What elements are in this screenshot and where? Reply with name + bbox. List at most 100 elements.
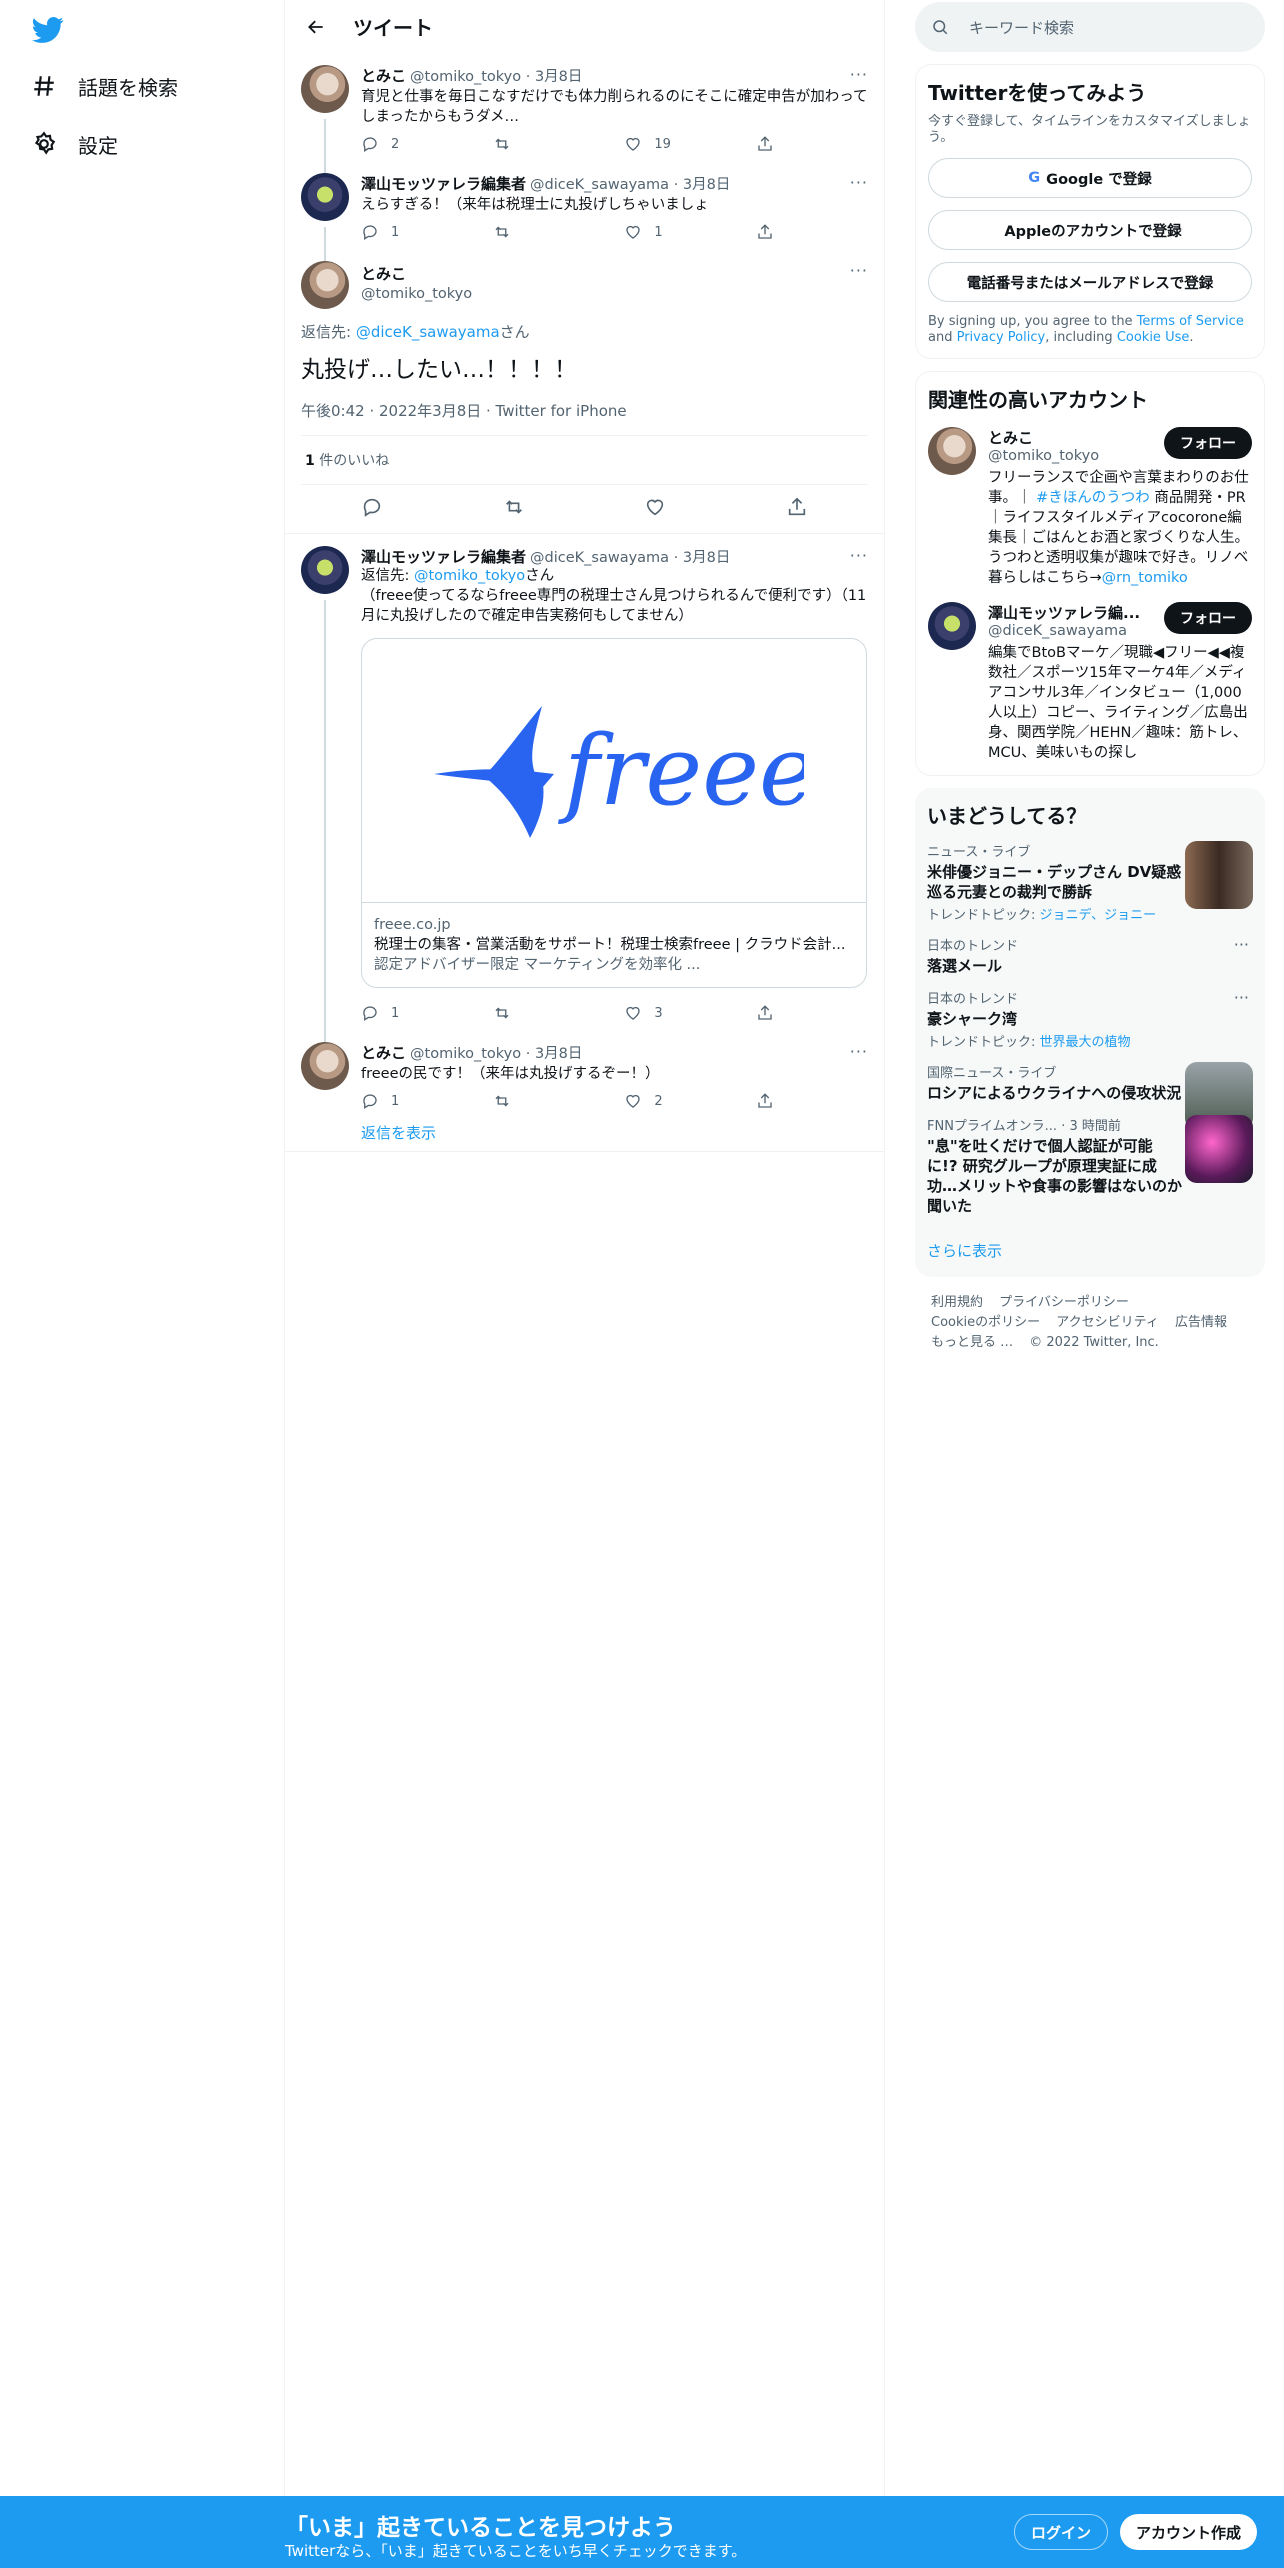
- tweet-author-name[interactable]: とみこ: [361, 65, 406, 86]
- avatar[interactable]: [301, 261, 349, 309]
- tweet-author-handle[interactable]: @diceK_sawayama · 3月8日: [530, 546, 730, 567]
- share-button[interactable]: [756, 135, 786, 153]
- like-button[interactable]: 2: [624, 1092, 756, 1110]
- more-icon[interactable]: ···: [850, 261, 868, 280]
- create-account-button[interactable]: アカウント作成: [1120, 2514, 1258, 2550]
- footer-ads-link[interactable]: 広告情報: [1175, 1315, 1227, 1330]
- avatar[interactable]: [301, 65, 349, 113]
- avatar[interactable]: [928, 602, 976, 650]
- reply-button[interactable]: 1: [361, 1092, 493, 1110]
- avatar[interactable]: [928, 427, 976, 475]
- retweet-button[interactable]: [493, 1004, 625, 1022]
- avatar[interactable]: [301, 1042, 349, 1090]
- apple-signup-button[interactable]: Appleのアカウントで登録: [928, 210, 1252, 250]
- nav-settings[interactable]: 設定: [20, 120, 118, 168]
- trend-category: 日本のトレンド: [927, 992, 1019, 1007]
- retweet-button[interactable]: [493, 135, 625, 153]
- tweet-author-handle[interactable]: @tomiko_tokyo · 3月8日: [410, 65, 582, 86]
- tweet-author-name[interactable]: とみこ: [361, 263, 472, 284]
- retweet-button[interactable]: [493, 223, 625, 241]
- tweet-author-handle[interactable]: @tomiko_tokyo: [361, 286, 472, 302]
- bio-mention-link[interactable]: @rn_tomiko: [1102, 570, 1188, 586]
- reply-button[interactable]: 2: [361, 135, 493, 153]
- nav-explore[interactable]: 話題を検索: [20, 62, 178, 110]
- trend-item[interactable]: 日本のトレンド 落選メール ···: [927, 935, 1253, 976]
- tweet-author-handle[interactable]: @diceK_sawayama · 3月8日: [530, 173, 730, 194]
- share-icon[interactable]: [786, 496, 808, 522]
- avatar[interactable]: [301, 173, 349, 221]
- footer-more-link[interactable]: もっと見る …: [931, 1335, 1013, 1350]
- bottom-headline: 「いま」起きていることを見つけよう: [285, 2515, 676, 2541]
- show-replies-link[interactable]: 返信を表示: [361, 1118, 868, 1151]
- reply-count: 2: [391, 136, 400, 152]
- reply-icon[interactable]: [361, 496, 383, 522]
- footer-cookie-link[interactable]: Cookieのポリシー: [931, 1315, 1040, 1330]
- likes-count: 1: [305, 453, 315, 469]
- tweet-author-name[interactable]: とみこ: [361, 1042, 406, 1063]
- trend-item[interactable]: FNNプライムオンラ... · 3 時間前 "息"を吐くだけで個人認証が可能に!…: [927, 1115, 1253, 1216]
- tweet-author-name[interactable]: 澤山モッツァレラ編集者: [361, 546, 526, 567]
- freee-logo: freee: [362, 639, 866, 903]
- thread-tweet[interactable]: とみこ @tomiko_tokyo · 3月8日 育児と仕事を毎日こなすだけでも体…: [285, 53, 884, 173]
- more-icon[interactable]: ···: [850, 173, 868, 192]
- retweet-icon: [495, 138, 509, 150]
- trend-item[interactable]: 国際ニュース・ライブ ロシアによるウクライナへの侵攻状況: [927, 1062, 1253, 1130]
- share-button[interactable]: [756, 1004, 786, 1022]
- like-button[interactable]: 3: [624, 1004, 756, 1022]
- like-button[interactable]: 1: [624, 223, 756, 241]
- reply-button[interactable]: 1: [361, 223, 493, 241]
- link-card[interactable]: freee freee.co.jp 税理士の集客・営業活動をサポート！税理士検索…: [361, 638, 867, 988]
- reply-to-link[interactable]: @diceK_sawayama: [356, 323, 500, 341]
- more-icon[interactable]: ···: [850, 546, 868, 565]
- footer-terms-link[interactable]: 利用規約: [931, 1295, 983, 1310]
- like-button[interactable]: 19: [624, 135, 756, 153]
- trend-topic-link[interactable]: ジョニデ、ジョニー: [1040, 908, 1157, 923]
- trend-category: ニュース・ライブ: [927, 845, 1031, 860]
- footer-privacy-link[interactable]: プライバシーポリシー: [999, 1295, 1129, 1310]
- show-more-link[interactable]: さらに表示: [927, 1240, 1253, 1265]
- privacy-policy-link[interactable]: Privacy Policy: [957, 330, 1046, 345]
- follow-button[interactable]: フォロー: [1164, 602, 1252, 634]
- twitter-bird-icon[interactable]: [32, 14, 64, 46]
- more-icon[interactable]: ···: [850, 1042, 868, 1061]
- follow-button[interactable]: フォロー: [1164, 427, 1252, 459]
- trend-item[interactable]: 日本のトレンド 豪シャーク湾 トレンドトピック: 世界最大の植物 ···: [927, 988, 1253, 1050]
- search-input[interactable]: キーワード検索: [915, 2, 1265, 52]
- google-signup-button[interactable]: G Google で登録: [928, 158, 1252, 198]
- phone-signup-button[interactable]: 電話番号またはメールアドレスで登録: [928, 262, 1252, 302]
- bio-hashtag-link[interactable]: #きほんのうつわ: [1036, 490, 1150, 506]
- avatar[interactable]: [301, 546, 349, 594]
- share-button[interactable]: [756, 223, 786, 241]
- terms-text: , including: [1045, 330, 1117, 345]
- more-icon[interactable]: ···: [1234, 988, 1249, 1007]
- tweet-author-name[interactable]: 澤山モッツァレラ編集者: [361, 173, 526, 194]
- reply-tweet[interactable]: 澤山モッツァレラ編集者 @diceK_sawayama · 3月8日 返信先: @…: [285, 534, 884, 1042]
- account-bio: 編集でBtoBマーケ／現職◀フリー◀◀複数社／スポーツ15年マーケ4年／メディア…: [988, 645, 1248, 761]
- trend-title: ロシアによるウクライナへの侵攻状況: [927, 1084, 1182, 1102]
- reply-button[interactable]: 1: [361, 1004, 493, 1022]
- share-button[interactable]: [756, 1092, 786, 1110]
- likes-summary[interactable]: 1 件のいいね: [301, 436, 868, 485]
- trend-topic-link[interactable]: 世界最大の植物: [1040, 1035, 1131, 1050]
- more-icon[interactable]: ···: [1234, 935, 1249, 954]
- terms-of-service-link[interactable]: Terms of Service: [1137, 314, 1244, 329]
- bottom-subtext: Twitterなら、「いま」起きていることをいち早くチェックできます。: [285, 2542, 747, 2560]
- trend-item[interactable]: ニュース・ライブ 米俳優ジョニー・デップさん DV疑惑巡る元妻との裁判で勝訴 ト…: [927, 841, 1253, 923]
- more-icon[interactable]: ···: [850, 65, 868, 84]
- thread-tweet[interactable]: 澤山モッツァレラ編集者 @diceK_sawayama · 3月8日 えらすぎる！…: [285, 161, 884, 261]
- retweet-icon[interactable]: [503, 496, 525, 522]
- tweet-author-handle[interactable]: @tomiko_tokyo · 3月8日: [410, 1042, 582, 1063]
- reply-tweet[interactable]: とみこ @tomiko_tokyo · 3月8日 freeeの民です！（来年は丸投…: [285, 1030, 884, 1151]
- heart-icon[interactable]: [644, 496, 666, 522]
- tweet-timestamp[interactable]: 午後0:42 · 2022年3月8日 · Twitter for iPhone: [301, 400, 868, 436]
- related-account[interactable]: とみこ @tomiko_tokyo フォロー フリーランスで企画や言葉まわりのお…: [928, 427, 1252, 588]
- cookie-use-link[interactable]: Cookie Use: [1117, 330, 1190, 345]
- footer-accessibility-link[interactable]: アクセシビリティ: [1056, 1315, 1159, 1330]
- related-account[interactable]: 澤山モッツァレラ編... @diceK_sawayama フォロー 編集でBto…: [928, 602, 1252, 763]
- login-button[interactable]: ログイン: [1014, 2514, 1109, 2550]
- heart-icon: [626, 137, 641, 151]
- retweet-button[interactable]: [493, 1092, 625, 1110]
- reply-to-link[interactable]: @tomiko_tokyo: [414, 568, 525, 584]
- back-arrow-icon[interactable]: [299, 10, 333, 44]
- footer: 利用規約 プライバシーポリシー Cookieのポリシー アクセシビリティ 広告情…: [915, 1293, 1265, 1353]
